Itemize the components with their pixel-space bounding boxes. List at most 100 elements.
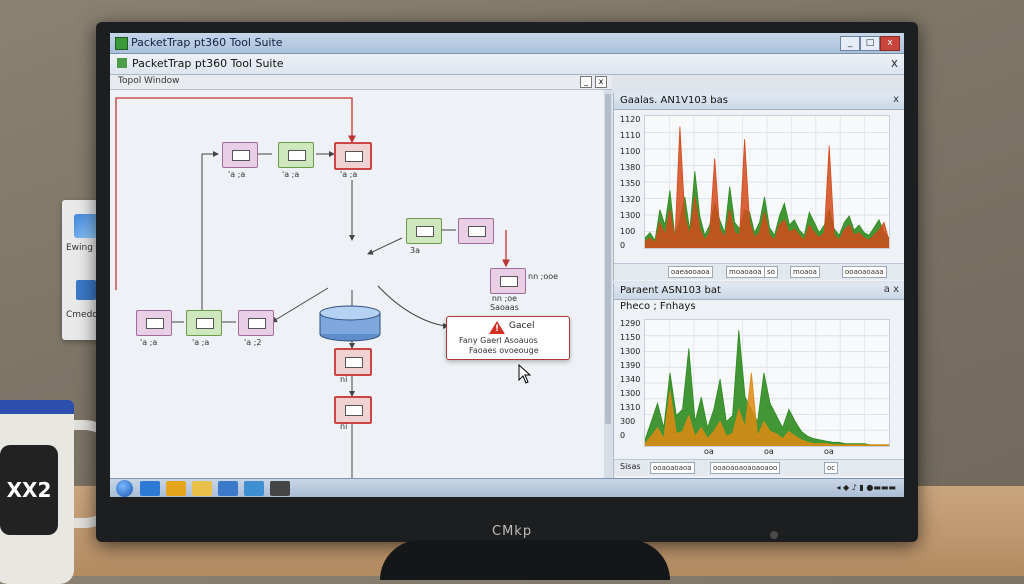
footer-chip[interactable]: oc: [824, 462, 839, 474]
node-label: 'a ;a: [340, 170, 358, 179]
x-tick-label: oa: [764, 447, 774, 456]
footer-chip[interactable]: ooaoaoaaa: [842, 266, 887, 278]
topology-header: Topol Window _ x: [110, 75, 612, 90]
monitor-stand: [380, 540, 670, 580]
footer-chip[interactable]: oaeaooaoa: [668, 266, 713, 278]
y-tick-label: 0: [620, 241, 626, 250]
y-tick-label: 100: [620, 227, 636, 236]
device-icon: [248, 318, 266, 329]
node-label: 'a ;a: [282, 170, 300, 179]
desktop-icon-label: Cmedo: [66, 310, 98, 320]
node-label: nn ;oe Saoaas: [490, 294, 519, 312]
database-icon[interactable]: [318, 304, 382, 342]
y-tick-label: 0: [620, 431, 626, 440]
network-device-node[interactable]: [222, 142, 258, 168]
explorer-icon[interactable]: [218, 481, 238, 496]
topology-scrollbar[interactable]: [604, 90, 612, 478]
panel-footer: Sisas ooaoaoaoa ooaoaoaoaoaoaoo oc: [614, 459, 904, 476]
y-tick-label: 1290: [620, 319, 641, 328]
network-device-node-alert[interactable]: [334, 348, 372, 376]
node-label: nn ;ooe: [528, 272, 559, 281]
scrollbar-thumb[interactable]: [605, 94, 611, 424]
alert-popup[interactable]: ! Gacel Fany Gaerl Asoauos Faoaes ovoeou…: [446, 316, 570, 360]
y-tick-label: 1300: [620, 211, 641, 220]
y-tick-label: 1120: [620, 115, 641, 124]
device-icon: [345, 405, 363, 416]
taskbar: ◂ ◆ ♪ ▮ ●▬▬▬: [110, 478, 904, 497]
traffic-chart-bottom[interactable]: [644, 319, 890, 447]
topology-minimize-button[interactable]: _: [580, 76, 592, 88]
network-device-node[interactable]: [490, 268, 526, 294]
screen: PacketTrap pt360 Tool Suite _ □ x Packet…: [110, 33, 904, 497]
y-tick-label: 1390: [620, 361, 641, 370]
monitor-brand: CMkp: [492, 524, 533, 539]
packettrap-icon[interactable]: [270, 481, 290, 496]
device-icon: [146, 318, 164, 329]
network-device-node[interactable]: [186, 310, 222, 336]
maximize-button[interactable]: □: [860, 36, 880, 51]
topology-canvas[interactable]: 'a ;a 'a ;a 'a ;a 3a nn ;ooe nn ;oe Saoa…: [110, 90, 605, 478]
x-tick-label: oa: [704, 447, 714, 456]
y-tick-label: 1300: [620, 347, 641, 356]
ie-icon[interactable]: [140, 481, 160, 496]
footer-chip[interactable]: ooaoaoaoa: [650, 462, 695, 474]
alert-title: Gacel: [509, 321, 535, 331]
y-tick-label: 1100: [620, 147, 641, 156]
panel-header: Gaalas. AN1V103 bas x: [614, 93, 904, 110]
panel-controls[interactable]: a x: [884, 284, 899, 295]
chrome-icon[interactable]: [166, 481, 186, 496]
panel-subtitle: Pheco ; Fnhays: [620, 301, 696, 312]
topology-title: Topol Window: [118, 76, 180, 86]
device-icon: [345, 357, 363, 368]
inner-window-title: PacketTrap pt360 Tool Suite: [132, 57, 284, 70]
traffic-panel-top: Gaalas. AN1V103 bas x 1120 1110 1100 138…: [613, 93, 904, 281]
panel-title: Paraent ASN103 bat: [620, 285, 721, 296]
device-icon: [288, 150, 306, 161]
folder-icon[interactable]: [192, 481, 212, 496]
close-icon[interactable]: x: [891, 56, 898, 70]
traffic-panel-bottom: Paraent ASN103 bat a x Pheco ; Fnhays 12…: [613, 283, 904, 478]
media-icon[interactable]: [244, 481, 264, 496]
alert-message: Fany Gaerl Asoauos: [459, 336, 538, 345]
app-icon: [117, 58, 127, 68]
footer-chip[interactable]: moaoaoa: [726, 266, 765, 278]
network-device-node[interactable]: [136, 310, 172, 336]
device-icon: [345, 151, 363, 162]
footer-chip[interactable]: ooaoaoaoaoaoaoo: [710, 462, 781, 474]
network-device-node[interactable]: [278, 142, 314, 168]
network-device-node[interactable]: [238, 310, 274, 336]
node-label: 'a ;2: [244, 338, 262, 347]
network-device-node[interactable]: [406, 218, 442, 244]
start-button[interactable]: [116, 480, 133, 497]
alert-message: Faoaes ovoeouge: [469, 346, 539, 355]
y-tick-label: 1300: [620, 389, 641, 398]
footer-chip[interactable]: so: [764, 266, 778, 278]
node-label: ni: [340, 422, 348, 431]
network-device-node-alert[interactable]: [334, 396, 372, 424]
device-icon: [232, 150, 250, 161]
inner-title-bar: PacketTrap pt360 Tool Suite x: [110, 54, 904, 75]
minimize-button[interactable]: _: [840, 36, 860, 51]
y-tick-label: 1350: [620, 179, 641, 188]
traffic-chart-top[interactable]: [644, 115, 890, 249]
node-label: 'a ;a: [228, 170, 246, 179]
mouse-cursor-icon: [518, 364, 532, 384]
panel-header: Paraent ASN103 bat a x: [614, 283, 904, 300]
close-icon[interactable]: x: [893, 94, 899, 105]
footer-chip[interactable]: moaoa: [790, 266, 820, 278]
y-tick-label: 300: [620, 417, 636, 426]
node-label: 'a ;a: [140, 338, 158, 347]
power-button[interactable]: [770, 531, 778, 539]
network-device-node-alert[interactable]: [334, 142, 372, 170]
system-tray[interactable]: ◂ ◆ ♪ ▮ ●▬▬▬: [836, 483, 896, 492]
x-tick-label: oa: [824, 447, 834, 456]
desktop-app-icon: [74, 214, 98, 238]
node-label: ni: [340, 375, 348, 384]
close-button[interactable]: x: [880, 36, 900, 51]
topology-close-button[interactable]: x: [595, 76, 607, 88]
y-tick-label: 1320: [620, 195, 641, 204]
desktop-folder-icon: [76, 280, 96, 300]
network-device-node[interactable]: [458, 218, 494, 244]
panel-title: Gaalas. AN1V103 bas: [620, 95, 728, 106]
outer-window-title: PacketTrap pt360 Tool Suite: [131, 36, 283, 49]
